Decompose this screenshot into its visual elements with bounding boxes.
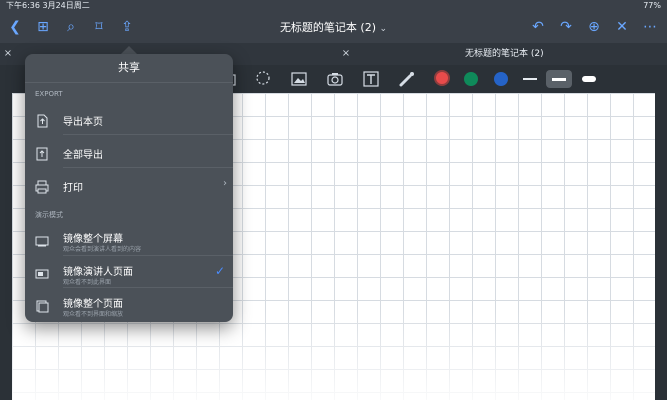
mirror-presenter-icon: [35, 266, 49, 280]
stroke-medium[interactable]: [546, 70, 572, 88]
redo-icon[interactable]: ↷: [557, 18, 575, 36]
mirror-screen-item[interactable]: 镜像整个屏幕 观众会看到演讲人看到的内容: [25, 226, 233, 254]
mirror-presenter-label: 镜像演讲人页面: [63, 267, 133, 278]
lasso-icon[interactable]: [254, 70, 272, 88]
section-presentation-mode: 演示模式: [35, 211, 63, 219]
color-swatch-red[interactable]: [434, 70, 450, 86]
print-item[interactable]: 打印 ›: [25, 172, 233, 200]
color-swatch-blue[interactable]: [494, 72, 508, 86]
mirror-page-icon: [35, 298, 49, 313]
export-page-label: 导出本页: [63, 117, 103, 128]
tab-notebook[interactable]: 无标题的笔记本 (2): [465, 43, 544, 65]
close-icon[interactable]: ✕: [613, 18, 631, 36]
divider: [63, 167, 233, 168]
popover-title: 共享: [25, 54, 233, 83]
mirror-screen-label: 镜像整个屏幕: [63, 234, 123, 245]
text-tool-icon[interactable]: [362, 70, 380, 88]
camera-icon[interactable]: [326, 70, 344, 88]
add-page-icon[interactable]: ⊕: [585, 18, 603, 36]
tab-close-icon-active[interactable]: ×: [340, 43, 352, 65]
export-page-item[interactable]: 导出本页: [25, 106, 233, 134]
printer-icon: [35, 179, 49, 194]
export-all-icon: [35, 146, 49, 161]
share-popover: 共享 EXPORT 导出本页 全部导出 打印 › 演示模式 镜像整个屏幕 观众会…: [25, 54, 233, 322]
mirror-page-sub: 观众看不到界面和缩放: [63, 311, 124, 318]
color-swatch-green[interactable]: [464, 72, 478, 86]
print-label: 打印: [63, 183, 83, 194]
export-all-item[interactable]: 全部导出: [25, 139, 233, 167]
popover-arrow: [121, 46, 137, 54]
export-all-label: 全部导出: [63, 150, 103, 161]
more-icon[interactable]: ⋯: [641, 18, 659, 36]
mirror-page-item[interactable]: 镜像整个页面 观众看不到界面和缩放: [25, 291, 233, 319]
export-page-icon: [35, 113, 49, 128]
divider: [63, 134, 233, 135]
mirror-screen-sub: 观众会看到演讲人看到的内容: [63, 246, 142, 253]
mirror-presenter-item[interactable]: 镜像演讲人页面 观众看不到此界面 ✓: [25, 259, 233, 287]
nav-bar: ❮ ⊞ ⌕ ⌑ ⇪ 无标题的笔记本 (2) ⌄ ↶ ↷ ⊕ ✕ ⋯: [0, 12, 667, 43]
stroke-thin[interactable]: [517, 74, 543, 84]
mirror-screen-icon: [35, 233, 49, 247]
divider: [63, 255, 233, 256]
chevron-right-icon: ›: [223, 178, 227, 189]
undo-icon[interactable]: ↶: [529, 18, 547, 36]
right-margin: [655, 93, 667, 400]
status-time-date: 下午6:36 3月24日周二: [6, 1, 90, 10]
laser-pointer-icon[interactable]: [398, 70, 416, 88]
divider: [63, 287, 233, 288]
section-export: EXPORT: [35, 90, 63, 98]
mirror-presenter-sub: 观众看不到此界面: [63, 279, 112, 286]
mirror-page-label: 镜像整个页面: [63, 299, 123, 310]
image-icon[interactable]: [290, 70, 308, 88]
left-margin: [0, 93, 12, 400]
checkmark-icon: ✓: [214, 264, 225, 278]
stroke-thick[interactable]: [576, 74, 602, 84]
status-bar: 下午6:36 3月24日周二 77%: [0, 0, 667, 12]
title-chevron-down-icon[interactable]: ⌄: [380, 24, 388, 34]
tab-close-icon-left[interactable]: ×: [2, 43, 14, 65]
battery-status: 77%: [643, 1, 661, 10]
